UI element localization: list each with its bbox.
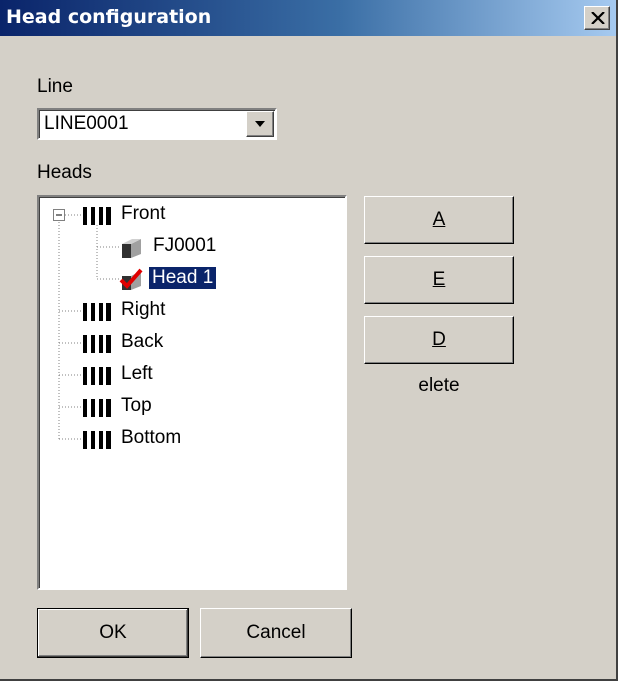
line-label: Line xyxy=(37,76,73,97)
heads-tree[interactable]: Front FJ0001 Head 1 Right Back Left Top … xyxy=(37,195,347,590)
add-accel-key: A xyxy=(432,209,446,230)
barcode-icon xyxy=(83,431,111,449)
heads-label: Heads xyxy=(37,162,92,183)
tree-node-label: Top xyxy=(121,395,152,416)
tree-node-label: Front xyxy=(121,203,166,224)
line-select-value: LINE0001 xyxy=(44,113,129,134)
add-button[interactable]: Add xyxy=(364,196,514,276)
tree-node-label: Back xyxy=(121,331,164,352)
barcode-icon xyxy=(83,207,111,225)
delete-button[interactable]: Delete xyxy=(364,316,514,396)
ok-button-label: OK xyxy=(99,622,127,643)
ok-button[interactable]: OK xyxy=(37,608,189,658)
barcode-icon xyxy=(83,335,111,353)
chevron-down-icon xyxy=(255,121,265,127)
printer-head-checked-icon xyxy=(119,268,143,290)
close-button[interactable] xyxy=(584,6,610,30)
tree-node-label: Right xyxy=(121,299,166,320)
barcode-icon xyxy=(83,303,111,321)
barcode-icon xyxy=(83,399,111,417)
line-select[interactable]: LINE0001 xyxy=(37,108,277,140)
tree-node-label: Left xyxy=(121,363,153,384)
delete-accel-key: D xyxy=(432,329,446,350)
tree-node-label: FJ0001 xyxy=(153,235,217,256)
cancel-button-label: Cancel xyxy=(246,622,306,643)
printer-head-icon xyxy=(122,239,141,258)
cancel-button[interactable]: Cancel xyxy=(200,608,352,658)
dialog-title: Head configuration xyxy=(6,6,212,28)
barcode-icon xyxy=(83,367,111,385)
edit-button[interactable]: Edit xyxy=(364,256,514,336)
tree-node-label: Bottom xyxy=(121,427,182,448)
close-icon xyxy=(591,12,605,24)
tree-node-label: Head 1 xyxy=(147,266,218,290)
edit-accel-key: E xyxy=(432,269,446,290)
delete-label-rest: elete xyxy=(418,375,460,396)
line-dropdown-button[interactable] xyxy=(246,111,274,137)
head-configuration-dialog: Head configuration Line LINE0001 Heads F… xyxy=(0,0,618,681)
title-bar[interactable]: Head configuration xyxy=(0,0,616,36)
